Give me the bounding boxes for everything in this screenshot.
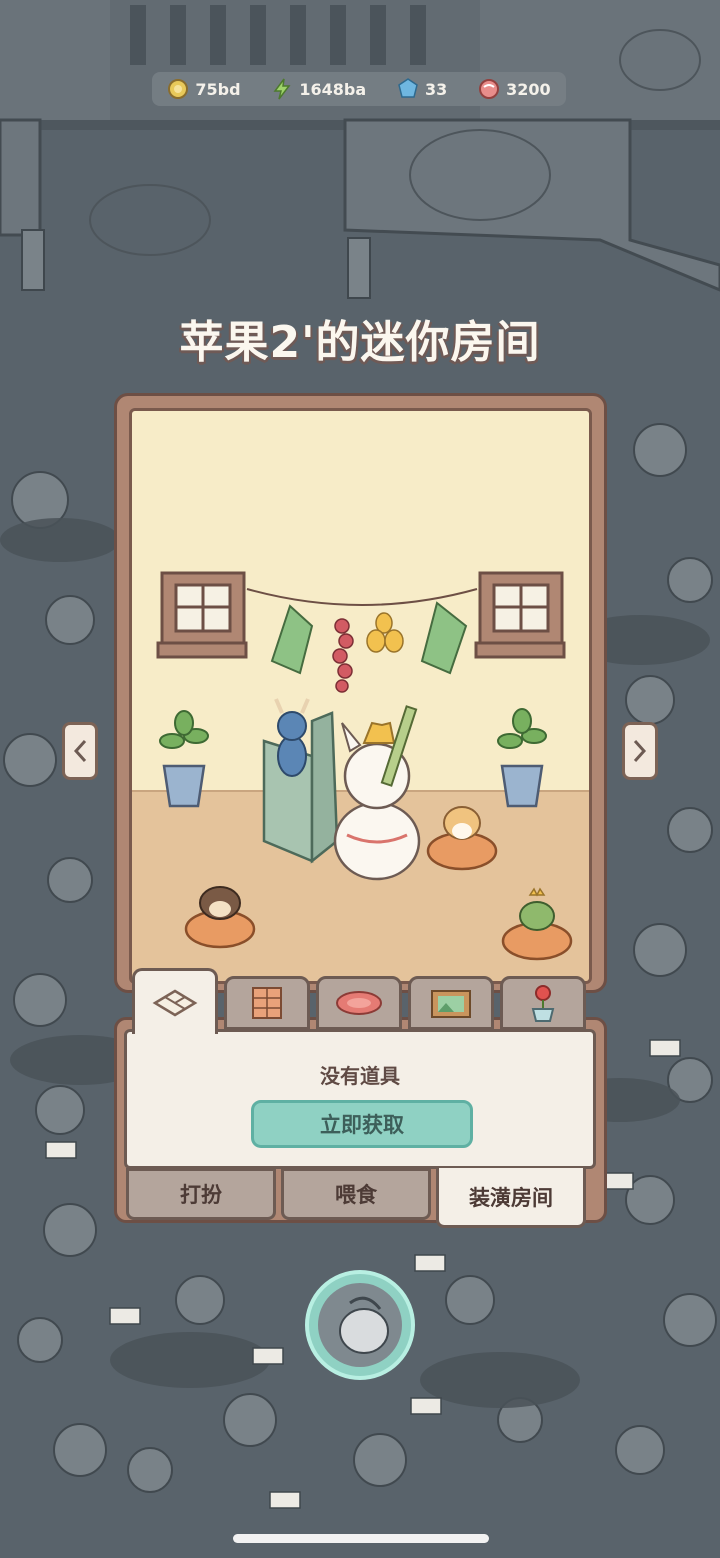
resource-bar: 75bd 1648ba 33 3200	[152, 72, 566, 106]
picture-frame-icon	[431, 990, 471, 1018]
prev-room-button[interactable]	[62, 722, 98, 780]
empty-items-text: 没有道具	[320, 1064, 400, 1088]
candy-resource[interactable]: 3200	[478, 78, 551, 100]
floor-tile-icon	[152, 989, 198, 1016]
room-illustration	[132, 411, 589, 981]
window-left	[156, 571, 248, 659]
tab-feed[interactable]: 喂食	[281, 1168, 431, 1220]
candy-icon	[479, 79, 500, 99]
tab-tableware[interactable]	[316, 976, 402, 1030]
gold-coin-icon	[168, 79, 189, 99]
blue-gem-icon	[398, 78, 418, 98]
energy-resource[interactable]: 1648ba	[271, 78, 366, 100]
home-indicator[interactable]	[233, 1534, 489, 1543]
plate-icon	[336, 991, 382, 1015]
energy-value: 1648ba	[299, 79, 367, 99]
pet-portrait-icon	[318, 1283, 402, 1367]
get-now-button[interactable]: 立即获取	[251, 1100, 473, 1148]
potted-flower-icon	[531, 985, 555, 1022]
chevron-right-icon	[633, 739, 647, 763]
candy-value: 3200	[506, 79, 551, 99]
energy-bolt-icon	[273, 78, 291, 100]
room-title: 苹果2'的迷你房间	[179, 317, 541, 368]
room-view	[129, 408, 592, 984]
tab-dress-up[interactable]: 打扮	[126, 1168, 276, 1220]
gem-value: 33	[424, 79, 448, 99]
gold-resource[interactable]: 75bd	[167, 78, 241, 100]
chevron-left-icon	[73, 739, 87, 763]
tab-plants[interactable]	[500, 976, 586, 1030]
next-room-button[interactable]	[622, 722, 658, 780]
room-frame	[114, 393, 607, 993]
tab-decorate-room[interactable]: 装潢房间	[436, 1168, 586, 1228]
tab-floor[interactable]	[132, 968, 218, 1034]
main-round-button[interactable]	[305, 1270, 415, 1380]
gem-resource[interactable]: 33	[397, 78, 447, 100]
window-right	[474, 571, 566, 659]
gold-value: 75bd	[195, 79, 241, 99]
tab-wallpaper[interactable]	[224, 976, 310, 1030]
wallpaper-scroll-icon	[252, 987, 282, 1019]
tab-wall-decor[interactable]	[408, 976, 494, 1030]
decor-panel: 没有道具 立即获取	[124, 1029, 596, 1169]
